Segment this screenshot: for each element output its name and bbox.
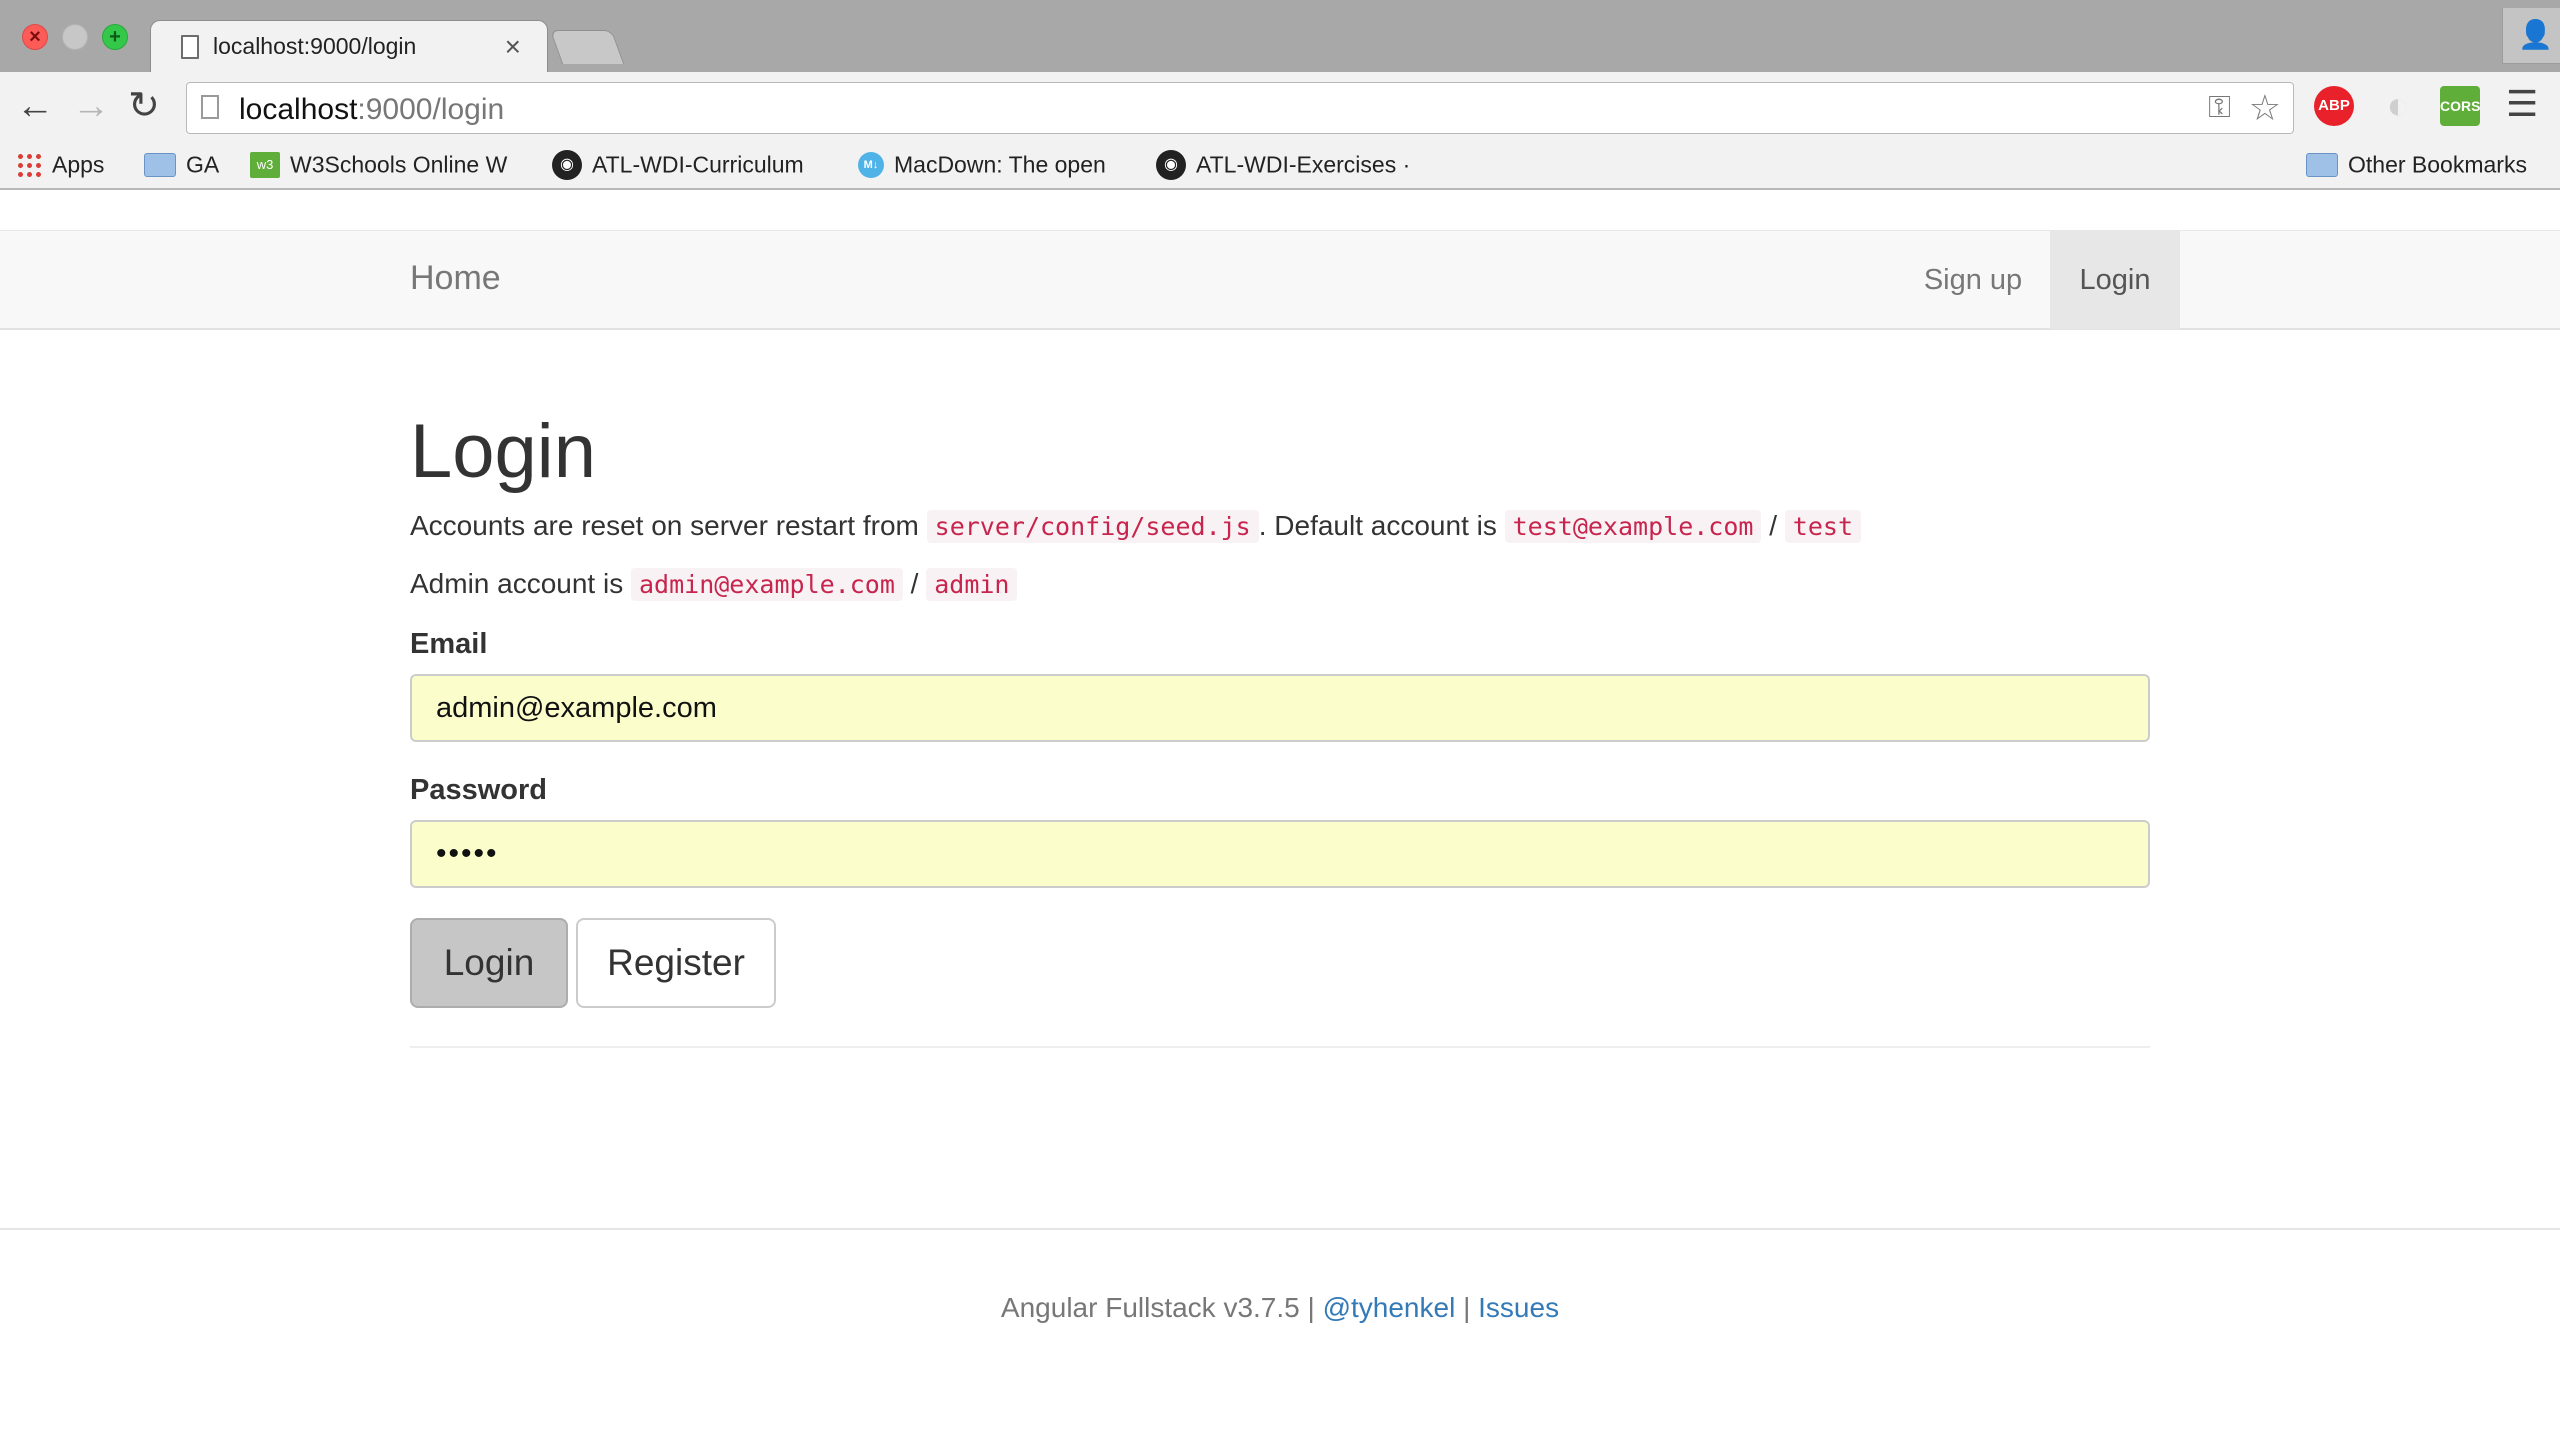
author-link[interactable]: @tyhenkel: [1323, 1292, 1456, 1323]
bookmark-star-icon[interactable]: ☆: [2249, 87, 2281, 129]
extension-icon[interactable]: ◐: [2378, 86, 2418, 126]
form-divider: [410, 1046, 2150, 1048]
password-field[interactable]: [410, 820, 2150, 888]
page-icon: [181, 35, 199, 59]
bookmark-label: W3Schools Online W: [290, 151, 508, 178]
browser-toolbar: ← → ↻ localhost:9000/login ⚿ ☆ ABP ◐ COR…: [0, 72, 2560, 144]
nav-link-login[interactable]: Login: [2050, 231, 2180, 329]
back-arrow-icon[interactable]: ←: [16, 86, 54, 126]
person-icon: 👤: [2518, 19, 2553, 50]
bookmark-label: Apps: [52, 151, 105, 178]
seed-info-text: Accounts are reset on server restart fro…: [410, 510, 1862, 543]
address-bar[interactable]: localhost:9000/login ⚿ ☆: [186, 82, 2294, 134]
github-icon: ◉: [1156, 150, 1186, 180]
key-icon[interactable]: ⚿: [2208, 91, 2231, 125]
bookmark-atl-wdi-exercises[interactable]: ◉ ATL-WDI-Exercises ·: [1156, 150, 1410, 184]
footer-text: Angular Fullstack v3.7.5 | @tyhenkel | I…: [0, 1292, 2560, 1324]
bookmark-w3schools[interactable]: w3 W3Schools Online W: [250, 150, 507, 184]
browser-chrome: × + localhost:9000/login × 👤 ← → ↻ local…: [0, 0, 2560, 190]
site-navbar: Home Sign up Login: [0, 230, 2560, 330]
admin-info-text: Admin account is admin@example.com / adm…: [410, 568, 1018, 601]
close-icon: ×: [29, 26, 41, 48]
maximize-window-button[interactable]: +: [102, 24, 128, 50]
default-account-password: test: [1784, 510, 1862, 543]
bookmark-label: ATL-WDI-Curriculum: [592, 151, 804, 178]
navbar-brand-home[interactable]: Home: [410, 259, 501, 298]
bookmark-macdown[interactable]: M↓ MacDown: The open: [858, 150, 1106, 184]
hamburger-menu-icon[interactable]: ☰: [2506, 84, 2538, 124]
tab-title: localhost:9000/login: [213, 33, 417, 59]
separator: /: [902, 568, 927, 599]
bookmark-label: GA: [186, 151, 220, 178]
footer-version: Angular Fullstack v3.7.5 |: [1000, 1292, 1323, 1323]
nav-link-signup[interactable]: Sign up: [1900, 231, 2046, 329]
profile-button[interactable]: 👤: [2502, 8, 2560, 64]
issues-link[interactable]: Issues: [1478, 1292, 1559, 1323]
macdown-icon: M↓: [858, 151, 884, 178]
login-button[interactable]: Login: [410, 918, 568, 1008]
new-tab-button[interactable]: [549, 30, 625, 64]
register-button[interactable]: Register: [576, 918, 776, 1008]
bookmark-ga[interactable]: GA: [144, 150, 219, 184]
reload-icon[interactable]: ↻: [128, 86, 160, 126]
forward-arrow-icon[interactable]: →: [72, 86, 110, 126]
email-label: Email: [410, 628, 488, 660]
browser-tab-active[interactable]: localhost:9000/login ×: [150, 20, 548, 74]
adblock-extension-icon[interactable]: ABP: [2314, 86, 2354, 126]
w3schools-icon: w3: [250, 151, 280, 178]
bookmark-label: ATL-WDI-Exercises ·: [1196, 151, 1411, 178]
bookmark-apps[interactable]: Apps: [16, 150, 104, 184]
admin-info-prefix: Admin account is: [410, 568, 631, 599]
admin-account-email: admin@example.com: [631, 568, 903, 601]
default-account-text: . Default account is: [1258, 510, 1505, 541]
plus-icon: +: [109, 26, 121, 48]
apps-grid-icon: [16, 151, 42, 178]
url-path: :9000/login: [357, 93, 505, 126]
password-label: Password: [410, 774, 547, 806]
folder-icon: [2306, 152, 2338, 177]
folder-icon: [144, 152, 176, 177]
bookmark-label: Other Bookmarks: [2348, 151, 2527, 178]
page-icon: [201, 95, 219, 119]
separator: /: [1761, 510, 1785, 541]
admin-account-password: admin: [926, 568, 1018, 601]
url-host: localhost: [239, 93, 358, 126]
bookmark-label: MacDown: The open: [894, 151, 1106, 178]
separator: |: [1455, 1292, 1479, 1323]
bookmarks-bar: Apps GA w3 W3Schools Online W ◉ ATL-WDI-Cu…: [0, 144, 2560, 190]
email-field[interactable]: [410, 674, 2150, 742]
close-window-button[interactable]: ×: [22, 24, 48, 50]
cors-extension-icon[interactable]: CORS: [2440, 86, 2480, 126]
github-icon: ◉: [552, 150, 582, 180]
bookmark-atl-wdi-curriculum[interactable]: ◉ ATL-WDI-Curriculum: [552, 150, 804, 184]
seed-info-prefix: Accounts are reset on server restart fro…: [410, 510, 927, 541]
tab-close-icon[interactable]: ×: [505, 31, 521, 63]
bookmark-other-bookmarks[interactable]: Other Bookmarks: [2306, 150, 2527, 184]
minimize-window-button[interactable]: [62, 24, 88, 50]
url-text[interactable]: localhost:9000/login: [239, 93, 504, 127]
tab-strip: × + localhost:9000/login × 👤: [0, 0, 2560, 74]
page-title: Login: [410, 409, 596, 494]
default-account-email: test@example.com: [1504, 510, 1762, 543]
seed-file-path: server/config/seed.js: [926, 510, 1259, 543]
site-footer: Angular Fullstack v3.7.5 | @tyhenkel | I…: [0, 1228, 2560, 1432]
